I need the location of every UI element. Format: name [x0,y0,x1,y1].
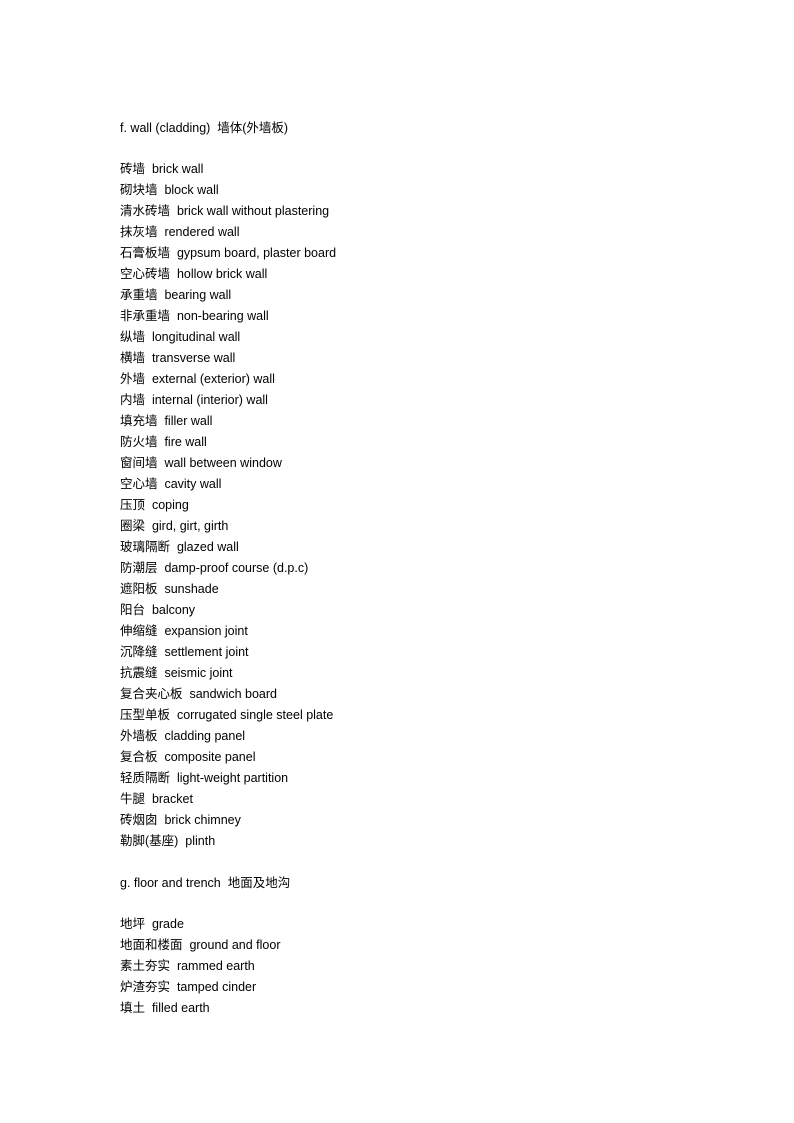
glossary-entry: 承重墙 bearing wall [120,288,232,302]
glossary-entry: 窗间墙 wall between window [120,456,282,470]
glossary-entry: 空心砖墙 hollow brick wall [120,267,268,281]
glossary-entry: 圈梁 gird, girt, girth [120,519,229,533]
glossary-entry: 防潮层 damp-proof course (d.p.c) [120,561,309,575]
glossary-entry: 内墙 internal (interior) wall [120,393,268,407]
section-g-floor-and-trench: g. floor and trench 地面及地沟 地坪 grade 地面和楼面… [120,873,680,1019]
glossary-entry: 勒脚(基座) plinth [120,834,216,848]
section-heading-f: f. wall (cladding) 墙体(外墙板) [120,121,289,135]
heading-spacer [120,894,680,914]
glossary-entry: 砌块墙 block wall [120,183,219,197]
glossary-entry: 填土 filled earth [120,1001,210,1015]
glossary-entry: 遮阳板 sunshade [120,582,219,596]
glossary-entry: 玻璃隔断 glazed wall [120,540,239,554]
glossary-entry: 复合夹心板 sandwich board [120,687,278,701]
glossary-entry: 填充墙 filler wall [120,414,213,428]
glossary-entry: 复合板 composite panel [120,750,256,764]
document-page: f. wall (cladding) 墙体(外墙板) 砖墙 brick wall… [0,0,794,1123]
glossary-entry: 外墙板 cladding panel [120,729,246,743]
entry-list-g: 地坪 grade 地面和楼面 ground and floor 素土夯实 ram… [120,914,680,1019]
glossary-entry: 抗震缝 seismic joint [120,666,233,680]
glossary-entry: 石膏板墙 gypsum board, plaster board [120,246,337,260]
entry-list-f: 砖墙 brick wall 砌块墙 block wall 清水砖墙 brick … [120,159,680,852]
glossary-entry: 压顶 coping [120,498,189,512]
glossary-entry: 横墙 transverse wall [120,351,236,365]
glossary-entry: 地坪 grade [120,917,184,931]
glossary-entry: 防火墙 fire wall [120,435,207,449]
glossary-entry: 压型单板 corrugated single steel plate [120,708,334,722]
glossary-entry: 阳台 balcony [120,603,196,617]
glossary-entry: 牛腿 bracket [120,792,193,806]
heading-spacer [120,139,680,159]
section-f-wall-cladding: f. wall (cladding) 墙体(外墙板) 砖墙 brick wall… [120,118,680,852]
glossary-entry: 抹灰墙 rendered wall [120,225,240,239]
glossary-entry: 轻质隔断 light-weight partition [120,771,289,785]
glossary-entry: 外墙 external (exterior) wall [120,372,275,386]
document-body: f. wall (cladding) 墙体(外墙板) 砖墙 brick wall… [120,118,680,1019]
glossary-entry: 纵墙 longitudinal wall [120,330,241,344]
section-heading-g: g. floor and trench 地面及地沟 [120,876,291,890]
glossary-entry: 非承重墙 non-bearing wall [120,309,269,323]
glossary-entry: 空心墙 cavity wall [120,477,222,491]
glossary-entry: 砖墙 brick wall [120,162,204,176]
glossary-entry: 炉渣夯实 tamped cinder [120,980,257,994]
glossary-entry: 地面和楼面 ground and floor [120,938,281,952]
glossary-entry: 伸缩缝 expansion joint [120,624,248,638]
glossary-entry: 砖烟囱 brick chimney [120,813,241,827]
glossary-entry: 素土夯实 rammed earth [120,959,255,973]
glossary-entry: 清水砖墙 brick wall without plastering [120,204,330,218]
glossary-entry: 沉降缝 settlement joint [120,645,249,659]
